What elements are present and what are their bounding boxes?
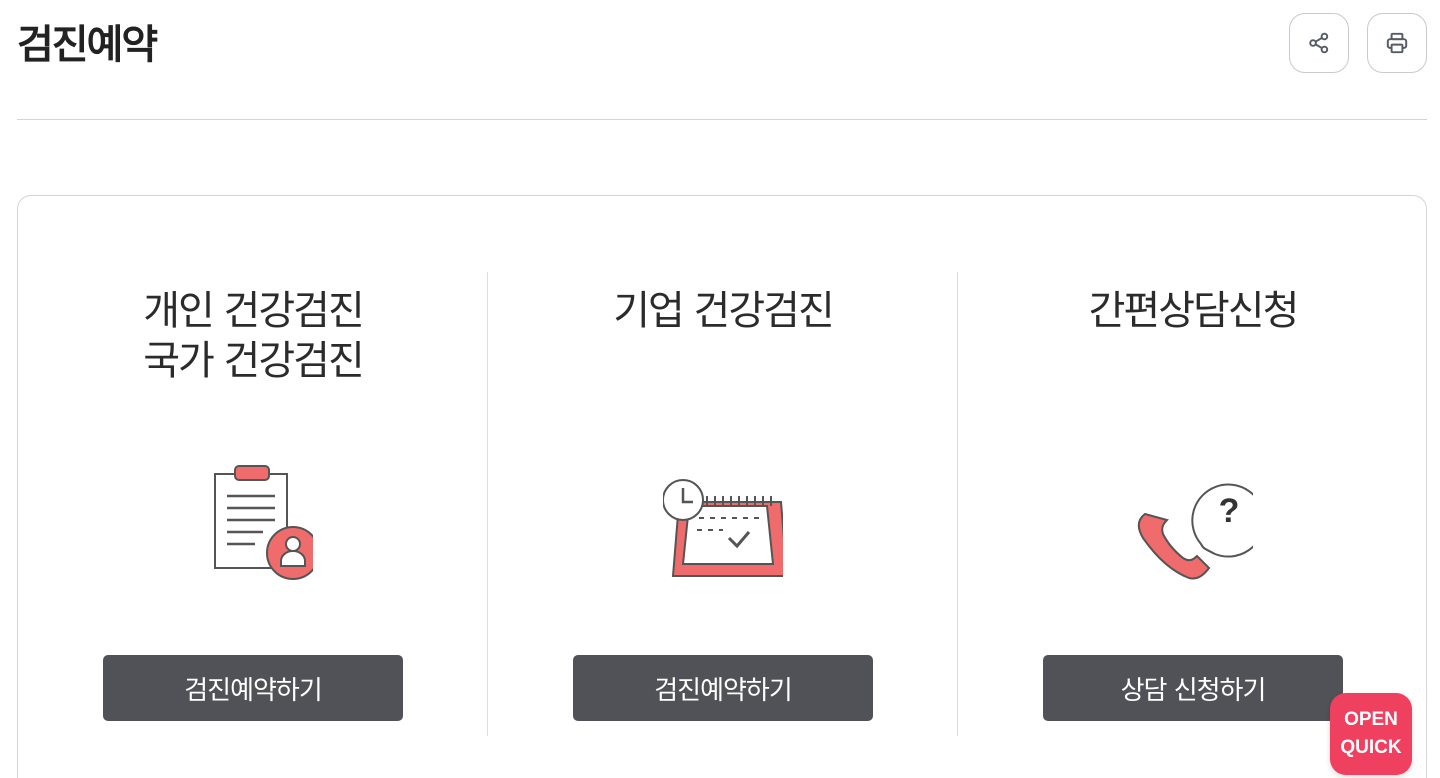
- title-line: 개인 건강검진: [143, 288, 365, 334]
- calendar-clock-icon: [663, 479, 783, 577]
- section-title: 기업 건강검진: [488, 286, 958, 336]
- section-title: 개인 건강검진 국가 건강검진: [18, 286, 488, 386]
- quick-label-line: QUICK: [1340, 737, 1402, 758]
- page-title: 검진예약: [17, 22, 158, 68]
- consultation-section: 간편상담신청 ? 상담 신청하기: [958, 196, 1428, 778]
- title-line: 기업 건강검진: [613, 288, 835, 334]
- header-divider: [17, 119, 1427, 120]
- corporate-checkup-section: 기업 건강검진 검진예약하기: [488, 196, 958, 778]
- individual-checkup-section: 개인 건강검진 국가 건강검진 검진예약하기: [18, 196, 488, 778]
- print-icon: [1386, 32, 1408, 54]
- section-title: 간편상담신청: [958, 286, 1428, 336]
- open-quick-menu-button[interactable]: OPEN QUICK: [1330, 693, 1412, 775]
- quick-label-line: OPEN: [1344, 709, 1398, 730]
- title-line: 국가 건강검진: [143, 338, 365, 384]
- share-icon: [1309, 32, 1329, 54]
- clipboard-person-icon: [214, 465, 313, 580]
- print-button[interactable]: [1367, 13, 1427, 73]
- share-button[interactable]: [1289, 13, 1349, 73]
- phone-question-icon: ?: [1137, 483, 1253, 580]
- reserve-checkup-button[interactable]: 검진예약하기: [103, 655, 403, 721]
- svg-text:?: ?: [1219, 492, 1240, 530]
- request-consultation-button[interactable]: 상담 신청하기: [1043, 655, 1343, 721]
- reserve-checkup-button[interactable]: 검진예약하기: [573, 655, 873, 721]
- reservation-panel: 개인 건강검진 국가 건강검진 검진예약하기 기업 건강검진 검진예약하기 간편…: [17, 195, 1427, 778]
- title-line: 간편상담신청: [1088, 288, 1300, 334]
